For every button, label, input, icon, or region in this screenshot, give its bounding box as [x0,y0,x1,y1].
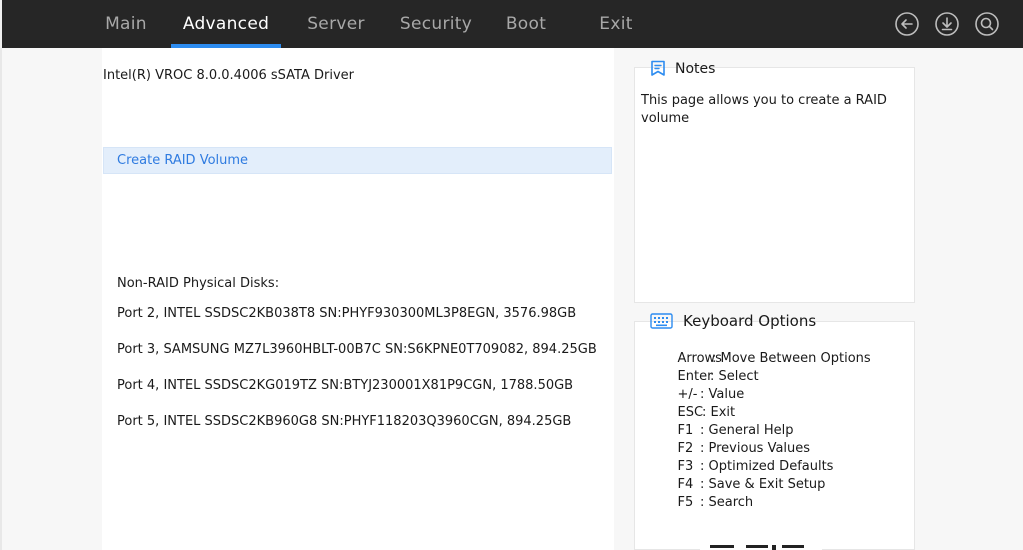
notes-icon [651,60,665,76]
key-description: : General Help [700,423,794,438]
key-description: : Exit [702,405,736,420]
tab-server[interactable]: Server [300,0,372,48]
top-menu-bar: Main Advanced Server Security Boot Exit [0,0,1023,48]
back-icon[interactable] [894,11,920,37]
key-description: : Search [700,495,754,510]
disk-item: Port 2, INTEL SSDSC2KB038T8 SN:PHYF93030… [117,306,577,321]
window-edge-left [0,48,2,550]
create-raid-volume-item[interactable]: Create RAID Volume [103,147,612,174]
keyboard-options-title: Keyboard Options [683,312,817,330]
disk-item: Port 4, INTEL SSDSC2KG019TZ SN:BTYJ23000… [117,378,574,393]
tab-exit[interactable]: Exit [592,0,640,48]
key-description: : Optimized Defaults [700,459,834,474]
tab-boot[interactable]: Boot [498,0,554,48]
download-icon[interactable] [934,11,960,37]
content-area: Intel(R) VROC 8.0.0.4006 sSATA Driver Cr… [0,48,1023,550]
create-raid-volume-label: Create RAID Volume [117,153,249,168]
vendor-logo-graphic [710,545,804,550]
disk-item: Port 5, INTEL SSDSC2KB960G8 SN:PHYF11820… [117,414,572,429]
main-panel [102,48,614,550]
non-raid-disks-heading: Non-RAID Physical Disks: [117,276,280,291]
key-description: : Select [710,369,759,384]
tab-security[interactable]: Security [394,0,478,48]
search-icon[interactable] [974,11,1000,37]
key-description: : Move Between Options [712,351,871,366]
tab-main[interactable]: Main [94,0,158,48]
key-description: : Save & Exit Setup [700,477,826,492]
notes-text: This page allows you to create a RAID vo… [641,93,887,126]
tab-advanced[interactable]: Advanced [171,0,281,48]
key-name: F5 [677,495,694,510]
key-description: : Value [700,387,745,402]
page-title: Intel(R) VROC 8.0.0.4006 sSATA Driver [103,68,354,83]
notes-title: Notes [675,61,716,77]
window-edge [0,0,2,48]
vendor-logo [700,536,822,550]
keyboard-option: F5 : Search [661,480,754,525]
keyboard-icon [650,313,673,329]
disk-item: Port 3, SAMSUNG MZ7L3960HBLT-00B7C SN:S6… [117,342,597,357]
key-description: : Previous Values [700,441,811,456]
